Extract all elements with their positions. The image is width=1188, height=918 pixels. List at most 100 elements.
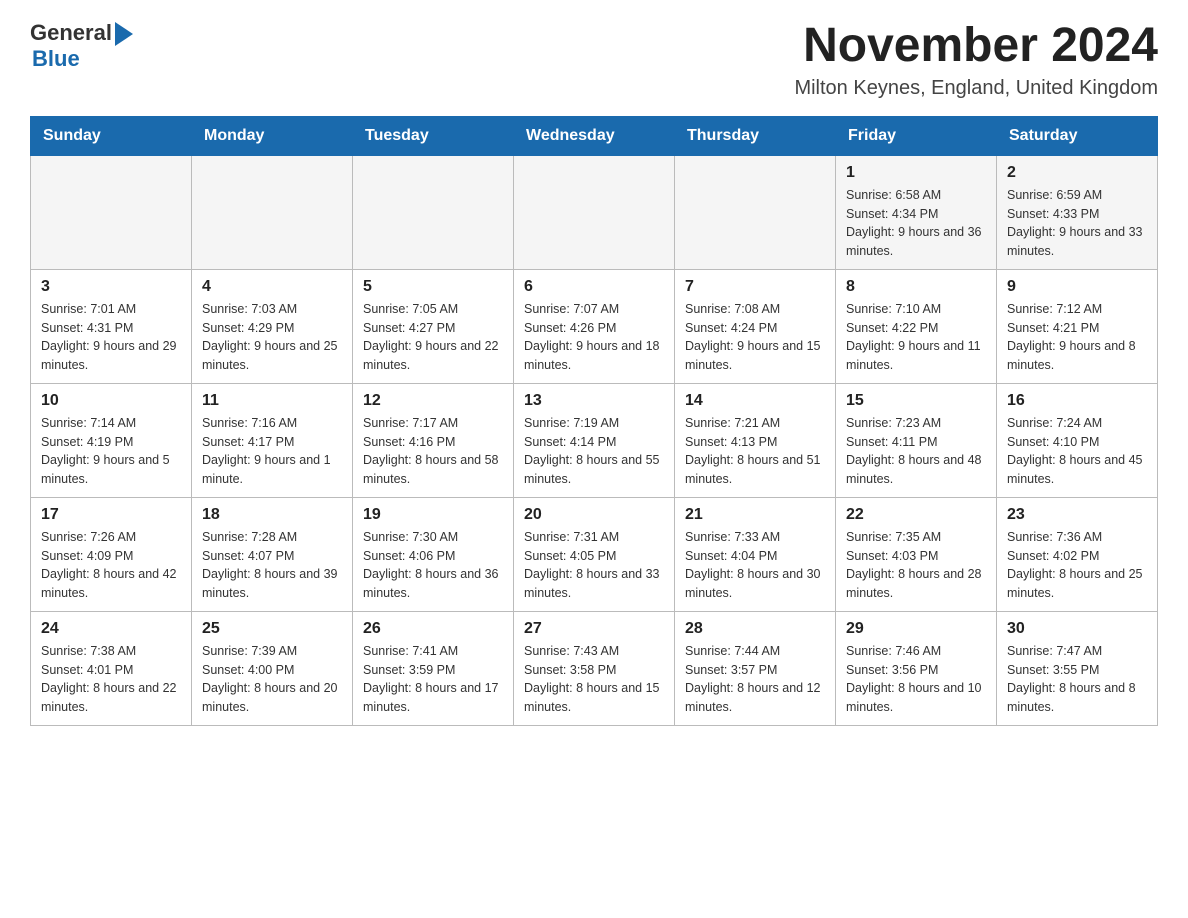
calendar-cell <box>31 155 192 269</box>
calendar-table: SundayMondayTuesdayWednesdayThursdayFrid… <box>30 116 1158 726</box>
weekday-header-wednesday: Wednesday <box>514 116 675 155</box>
day-info: Sunrise: 7:03 AM Sunset: 4:29 PM Dayligh… <box>202 300 342 375</box>
day-number: 8 <box>846 278 986 296</box>
logo: General Blue <box>30 20 133 72</box>
day-number: 6 <box>524 278 664 296</box>
calendar-cell: 9 Sunrise: 7:12 AM Sunset: 4:21 PM Daylig… <box>997 269 1158 383</box>
day-info: Sunrise: 7:14 AM Sunset: 4:19 PM Dayligh… <box>41 414 181 489</box>
day-info: Sunrise: 7:38 AM Sunset: 4:01 PM Dayligh… <box>41 642 181 717</box>
day-number: 25 <box>202 620 342 638</box>
day-number: 21 <box>685 506 825 524</box>
calendar-cell: 18 Sunrise: 7:28 AM Sunset: 4:07 PM Dayli… <box>192 497 353 611</box>
day-number: 9 <box>1007 278 1147 296</box>
day-number: 29 <box>846 620 986 638</box>
calendar-cell: 20 Sunrise: 7:31 AM Sunset: 4:05 PM Dayli… <box>514 497 675 611</box>
day-info: Sunrise: 7:21 AM Sunset: 4:13 PM Dayligh… <box>685 414 825 489</box>
calendar-title-area: November 2024 Milton Keynes, England, Un… <box>794 20 1158 100</box>
day-number: 12 <box>363 392 503 410</box>
calendar-cell: 5 Sunrise: 7:05 AM Sunset: 4:27 PM Daylig… <box>353 269 514 383</box>
calendar-cell: 7 Sunrise: 7:08 AM Sunset: 4:24 PM Daylig… <box>675 269 836 383</box>
calendar-cell: 21 Sunrise: 7:33 AM Sunset: 4:04 PM Dayli… <box>675 497 836 611</box>
location-title: Milton Keynes, England, United Kingdom <box>794 77 1158 100</box>
calendar-cell <box>192 155 353 269</box>
day-number: 18 <box>202 506 342 524</box>
day-number: 2 <box>1007 164 1147 182</box>
day-number: 15 <box>846 392 986 410</box>
calendar-cell: 30 Sunrise: 7:47 AM Sunset: 3:55 PM Dayli… <box>997 611 1158 725</box>
calendar-cell: 28 Sunrise: 7:44 AM Sunset: 3:57 PM Dayli… <box>675 611 836 725</box>
calendar-cell: 3Sunrise: 7:01 AM Sunset: 4:31 PM Daylig… <box>31 269 192 383</box>
day-info: Sunrise: 6:58 AM Sunset: 4:34 PM Dayligh… <box>846 186 986 261</box>
calendar-cell <box>514 155 675 269</box>
day-info: Sunrise: 7:28 AM Sunset: 4:07 PM Dayligh… <box>202 528 342 603</box>
day-number: 30 <box>1007 620 1147 638</box>
day-info: Sunrise: 7:01 AM Sunset: 4:31 PM Dayligh… <box>41 300 181 375</box>
calendar-cell: 23 Sunrise: 7:36 AM Sunset: 4:02 PM Dayli… <box>997 497 1158 611</box>
day-number: 28 <box>685 620 825 638</box>
weekday-header-friday: Friday <box>836 116 997 155</box>
calendar-row-1: 3Sunrise: 7:01 AM Sunset: 4:31 PM Daylig… <box>31 269 1158 383</box>
day-info: Sunrise: 7:17 AM Sunset: 4:16 PM Dayligh… <box>363 414 503 489</box>
page-header: General Blue November 2024 Milton Keynes… <box>30 20 1158 100</box>
day-info: Sunrise: 7:05 AM Sunset: 4:27 PM Dayligh… <box>363 300 503 375</box>
calendar-cell: 12 Sunrise: 7:17 AM Sunset: 4:16 PM Dayli… <box>353 383 514 497</box>
weekday-header-tuesday: Tuesday <box>353 116 514 155</box>
calendar-cell: 29 Sunrise: 7:46 AM Sunset: 3:56 PM Dayli… <box>836 611 997 725</box>
calendar-cell: 8 Sunrise: 7:10 AM Sunset: 4:22 PM Daylig… <box>836 269 997 383</box>
calendar-cell: 19 Sunrise: 7:30 AM Sunset: 4:06 PM Dayli… <box>353 497 514 611</box>
day-number: 17 <box>41 506 181 524</box>
day-info: Sunrise: 7:46 AM Sunset: 3:56 PM Dayligh… <box>846 642 986 717</box>
day-number: 11 <box>202 392 342 410</box>
day-info: Sunrise: 6:59 AM Sunset: 4:33 PM Dayligh… <box>1007 186 1147 261</box>
calendar-cell: 24 Sunrise: 7:38 AM Sunset: 4:01 PM Dayli… <box>31 611 192 725</box>
day-info: Sunrise: 7:07 AM Sunset: 4:26 PM Dayligh… <box>524 300 664 375</box>
day-info: Sunrise: 7:24 AM Sunset: 4:10 PM Dayligh… <box>1007 414 1147 489</box>
day-number: 7 <box>685 278 825 296</box>
day-number: 23 <box>1007 506 1147 524</box>
day-info: Sunrise: 7:31 AM Sunset: 4:05 PM Dayligh… <box>524 528 664 603</box>
day-number: 14 <box>685 392 825 410</box>
calendar-cell <box>675 155 836 269</box>
day-info: Sunrise: 7:39 AM Sunset: 4:00 PM Dayligh… <box>202 642 342 717</box>
calendar-row-4: 24 Sunrise: 7:38 AM Sunset: 4:01 PM Dayli… <box>31 611 1158 725</box>
day-info: Sunrise: 7:33 AM Sunset: 4:04 PM Dayligh… <box>685 528 825 603</box>
day-info: Sunrise: 7:23 AM Sunset: 4:11 PM Dayligh… <box>846 414 986 489</box>
day-number: 20 <box>524 506 664 524</box>
day-info: Sunrise: 7:08 AM Sunset: 4:24 PM Dayligh… <box>685 300 825 375</box>
day-number: 16 <box>1007 392 1147 410</box>
day-info: Sunrise: 7:47 AM Sunset: 3:55 PM Dayligh… <box>1007 642 1147 717</box>
day-number: 27 <box>524 620 664 638</box>
weekday-header-monday: Monday <box>192 116 353 155</box>
day-number: 5 <box>363 278 503 296</box>
weekday-header-sunday: Sunday <box>31 116 192 155</box>
day-info: Sunrise: 7:44 AM Sunset: 3:57 PM Dayligh… <box>685 642 825 717</box>
day-info: Sunrise: 7:36 AM Sunset: 4:02 PM Dayligh… <box>1007 528 1147 603</box>
calendar-cell: 10Sunrise: 7:14 AM Sunset: 4:19 PM Dayli… <box>31 383 192 497</box>
calendar-cell: 4Sunrise: 7:03 AM Sunset: 4:29 PM Daylig… <box>192 269 353 383</box>
logo-blue-text: Blue <box>32 46 80 71</box>
calendar-row-0: 1 Sunrise: 6:58 AM Sunset: 4:34 PM Daylig… <box>31 155 1158 269</box>
day-number: 19 <box>363 506 503 524</box>
day-info: Sunrise: 7:30 AM Sunset: 4:06 PM Dayligh… <box>363 528 503 603</box>
day-info: Sunrise: 7:43 AM Sunset: 3:58 PM Dayligh… <box>524 642 664 717</box>
calendar-cell: 25 Sunrise: 7:39 AM Sunset: 4:00 PM Dayli… <box>192 611 353 725</box>
calendar-cell: 11Sunrise: 7:16 AM Sunset: 4:17 PM Dayli… <box>192 383 353 497</box>
day-number: 1 <box>846 164 986 182</box>
calendar-row-3: 17 Sunrise: 7:26 AM Sunset: 4:09 PM Dayli… <box>31 497 1158 611</box>
calendar-cell: 26Sunrise: 7:41 AM Sunset: 3:59 PM Dayli… <box>353 611 514 725</box>
calendar-cell: 2 Sunrise: 6:59 AM Sunset: 4:33 PM Daylig… <box>997 155 1158 269</box>
calendar-cell: 6 Sunrise: 7:07 AM Sunset: 4:26 PM Daylig… <box>514 269 675 383</box>
calendar-cell: 1 Sunrise: 6:58 AM Sunset: 4:34 PM Daylig… <box>836 155 997 269</box>
calendar-cell: 13Sunrise: 7:19 AM Sunset: 4:14 PM Dayli… <box>514 383 675 497</box>
day-info: Sunrise: 7:26 AM Sunset: 4:09 PM Dayligh… <box>41 528 181 603</box>
day-info: Sunrise: 7:10 AM Sunset: 4:22 PM Dayligh… <box>846 300 986 375</box>
weekday-header-saturday: Saturday <box>997 116 1158 155</box>
calendar-cell: 17 Sunrise: 7:26 AM Sunset: 4:09 PM Dayli… <box>31 497 192 611</box>
calendar-cell: 15 Sunrise: 7:23 AM Sunset: 4:11 PM Dayli… <box>836 383 997 497</box>
day-info: Sunrise: 7:12 AM Sunset: 4:21 PM Dayligh… <box>1007 300 1147 375</box>
logo-general-text: General <box>30 20 112 46</box>
day-info: Sunrise: 7:19 AM Sunset: 4:14 PM Dayligh… <box>524 414 664 489</box>
day-number: 24 <box>41 620 181 638</box>
calendar-cell: 14 Sunrise: 7:21 AM Sunset: 4:13 PM Dayli… <box>675 383 836 497</box>
day-number: 26 <box>363 620 503 638</box>
